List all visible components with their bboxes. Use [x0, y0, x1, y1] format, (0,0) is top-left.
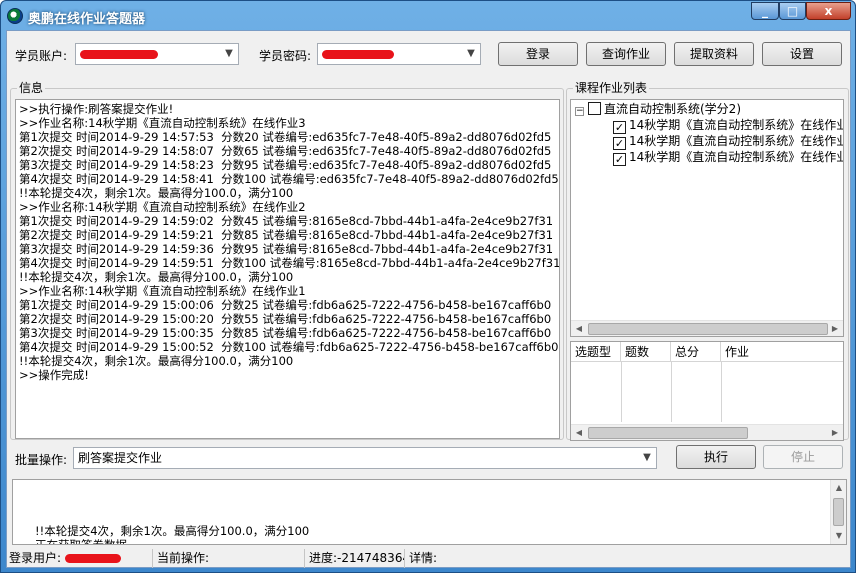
scroll-thumb[interactable]: [588, 427, 748, 439]
tree-root[interactable]: − 直流自动控制系统(学分2): [575, 102, 741, 117]
title-bar[interactable]: 奥鹏在线作业答题器 _ □ x: [1, 1, 855, 31]
password-combo[interactable]: ▼: [317, 43, 481, 65]
log-line: >>操作完成!: [19, 368, 89, 382]
status-user: 登录用户:: [7, 549, 153, 568]
tree-item[interactable]: ✓ 14秋学期《直流自动控制系统》在线作业: [613, 134, 844, 150]
tree-root-label: 直流自动控制系统(学分2): [604, 102, 741, 116]
log-line: 第2次提交 时间2014-9-29 15:00:20 分数55 试卷编号:fdb…: [19, 312, 552, 326]
account-redaction: [80, 50, 158, 59]
status-progress: 进度:-2147483648: [307, 549, 405, 568]
info-group: 信息 >>执行操作:刷答案提交作业! >>作业名称:14秋学期《直流自动控制系统》…: [10, 81, 564, 440]
tree-item-label: 14秋学期《直流自动控制系统》在线作业: [629, 134, 844, 148]
window-title: 奥鹏在线作业答题器: [28, 12, 146, 27]
column-header-type[interactable]: 选题型: [571, 342, 621, 362]
password-label: 学员密码:: [259, 49, 312, 63]
status-operation: 当前操作:: [155, 549, 305, 568]
scroll-left-icon[interactable]: ◀: [571, 425, 587, 440]
scroll-thumb[interactable]: [833, 498, 844, 526]
grid-line: [671, 362, 672, 422]
status-detail: 详情:: [407, 549, 850, 568]
status-progress-value: -2147483648: [337, 551, 404, 565]
status-bar: 登录用户: 当前操作: 进度:-2147483648 详情:: [7, 549, 850, 568]
user-redaction: [64, 554, 121, 563]
log-line: >>执行操作:刷答案提交作业!: [19, 102, 174, 116]
scroll-right-icon[interactable]: ▶: [827, 321, 843, 336]
scroll-down-icon[interactable]: ▼: [831, 528, 846, 544]
output-line: 正在获取答卷数据...: [35, 538, 138, 545]
grid-hscrollbar[interactable]: ◀ ▶: [571, 424, 843, 440]
log-line: 第3次提交 时间2014-9-29 14:58:23 分数95 试卷编号:ed6…: [19, 158, 552, 172]
log-line: !!本轮提交4次，剩余1次。最高得分100.0，满分100: [19, 354, 294, 368]
main-panel: 学员账户: ▼ 学员密码: ▼ 登录 查询作业 提取资料 设置 信息 >>执行操…: [6, 30, 851, 568]
tree-item-label: 14秋学期《直流自动控制系统》在线作业: [629, 118, 844, 132]
tree-item-label: 14秋学期《直流自动控制系统》在线作业: [629, 150, 844, 164]
chevron-down-icon[interactable]: ▼: [462, 44, 480, 64]
maximize-button[interactable]: □: [779, 2, 806, 20]
info-log[interactable]: >>执行操作:刷答案提交作业! >>作业名称:14秋学期《直流自动控制系统》在线作…: [15, 99, 560, 439]
log-line: 第3次提交 时间2014-9-29 14:59:36 分数95 试卷编号:816…: [19, 242, 554, 256]
status-user-label: 登录用户:: [9, 551, 62, 565]
chevron-down-icon[interactable]: ▼: [638, 448, 656, 468]
grid-line: [721, 362, 722, 422]
chevron-down-icon[interactable]: ▼: [220, 44, 238, 64]
output-log[interactable]: ▲ ▼ !!本轮提交4次，剩余1次。最高得分100.0，满分100 正在获取答卷数…: [12, 479, 847, 545]
column-header-homework[interactable]: 作业: [721, 342, 843, 362]
login-button[interactable]: 登录: [498, 42, 578, 66]
item-checkbox[interactable]: ✓: [613, 137, 626, 150]
app-logo-icon: [7, 8, 23, 24]
course-list-group: 课程作业列表 − 直流自动控制系统(学分2) ✓ 14秋学期《直流自动控制系统》在线…: [566, 81, 849, 441]
execute-button[interactable]: 执行: [676, 445, 756, 469]
password-redaction: [322, 50, 394, 59]
log-line: 第4次提交 时间2014-9-29 14:58:41 分数100 试卷编号:ed…: [19, 172, 559, 186]
account-label: 学员账户:: [15, 49, 68, 63]
batch-label: 批量操作:: [15, 453, 68, 467]
tree-item[interactable]: ✓ 14秋学期《直流自动控制系统》在线作业: [613, 150, 844, 166]
scroll-up-icon[interactable]: ▲: [831, 480, 846, 496]
tree-item[interactable]: ✓ 14秋学期《直流自动控制系统》在线作业: [613, 118, 844, 134]
log-line: 第1次提交 时间2014-9-29 14:59:02 分数45 试卷编号:816…: [19, 214, 554, 228]
log-line: 第2次提交 时间2014-9-29 14:58:07 分数65 试卷编号:ed6…: [19, 144, 552, 158]
scroll-right-icon[interactable]: ▶: [827, 425, 843, 440]
output-vscrollbar[interactable]: ▲ ▼: [830, 480, 846, 544]
batch-operation-select[interactable]: 刷答案提交作业 ▼: [73, 447, 657, 469]
log-line: 第2次提交 时间2014-9-29 14:59:21 分数85 试卷编号:816…: [19, 228, 554, 242]
log-line: 第1次提交 时间2014-9-29 14:57:53 分数20 试卷编号:ed6…: [19, 130, 552, 144]
log-line: !!本轮提交4次，剩余1次。最高得分100.0，满分100: [19, 270, 294, 284]
settings-button[interactable]: 设置: [762, 42, 842, 66]
status-detail-label: 详情:: [409, 551, 438, 565]
log-line: >>作业名称:14秋学期《直流自动控制系统》在线作业1: [19, 284, 306, 298]
log-line: 第4次提交 时间2014-9-29 15:00:52 分数100 试卷编号:fd…: [19, 340, 559, 354]
info-group-title: 信息: [17, 81, 46, 95]
status-operation-label: 当前操作:: [157, 551, 210, 565]
minimize-button[interactable]: _: [751, 2, 779, 20]
log-line: 第1次提交 时间2014-9-29 15:00:06 分数25 试卷编号:fdb…: [19, 298, 552, 312]
output-line: !!本轮提交4次，剩余1次。最高得分100.0，满分100: [35, 524, 310, 538]
scroll-thumb[interactable]: [588, 323, 828, 335]
app-window: 奥鹏在线作业答题器 _ □ x 学员账户: ▼ 学员密码: ▼ 登录 查询作业 …: [0, 0, 856, 573]
root-checkbox[interactable]: [588, 102, 601, 115]
stop-button[interactable]: 停止: [763, 445, 843, 469]
log-line: >>作业名称:14秋学期《直流自动控制系统》在线作业2: [19, 200, 306, 214]
collapse-icon[interactable]: −: [575, 107, 584, 116]
extract-data-button[interactable]: 提取资料: [674, 42, 754, 66]
query-homework-button[interactable]: 查询作业: [586, 42, 666, 66]
log-line: 第3次提交 时间2014-9-29 15:00:35 分数85 试卷编号:fdb…: [19, 326, 552, 340]
status-progress-label: 进度:: [309, 551, 338, 565]
close-button[interactable]: x: [806, 2, 851, 20]
log-line: !!本轮提交4次，剩余1次。最高得分100.0，满分100: [19, 186, 294, 200]
item-checkbox[interactable]: ✓: [613, 153, 626, 166]
item-checkbox[interactable]: ✓: [613, 121, 626, 134]
course-tree[interactable]: − 直流自动控制系统(学分2) ✓ 14秋学期《直流自动控制系统》在线作业 ✓ 14秋…: [570, 99, 844, 337]
column-header-score[interactable]: 总分: [671, 342, 721, 362]
question-grid[interactable]: 选题型 题数 总分 作业 ◀ ▶: [570, 341, 844, 441]
log-line: 第4次提交 时间2014-9-29 14:59:51 分数100 试卷编号:81…: [19, 256, 560, 270]
account-combo[interactable]: ▼: [75, 43, 239, 65]
batch-selected: 刷答案提交作业: [78, 451, 163, 465]
scroll-left-icon[interactable]: ◀: [571, 321, 587, 336]
grid-line: [621, 362, 622, 422]
column-header-count[interactable]: 题数: [621, 342, 671, 362]
tree-hscrollbar[interactable]: ◀ ▶: [571, 320, 843, 336]
course-list-title: 课程作业列表: [573, 81, 650, 95]
log-line: >>作业名称:14秋学期《直流自动控制系统》在线作业3: [19, 116, 306, 130]
